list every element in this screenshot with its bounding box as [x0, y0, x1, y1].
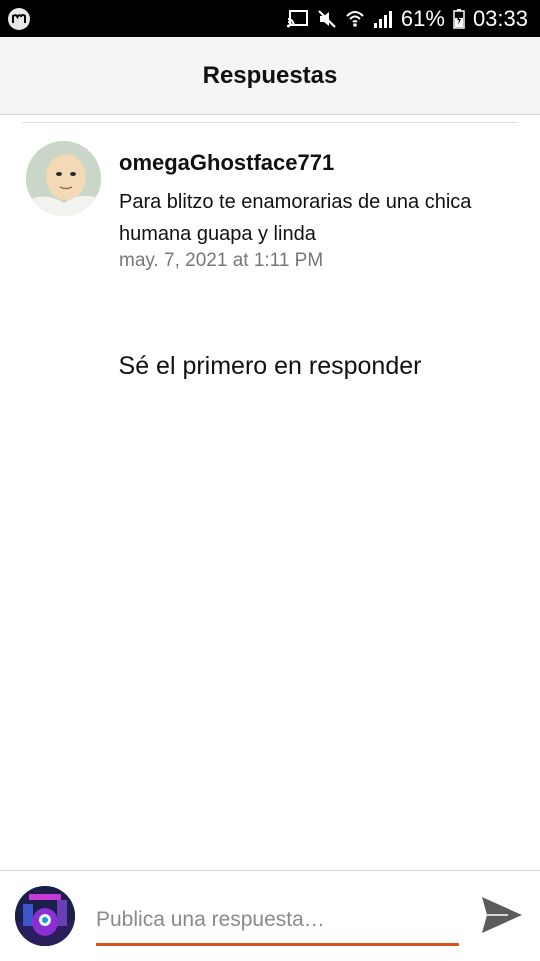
send-button[interactable]	[478, 893, 526, 937]
wifi-icon	[345, 9, 365, 29]
status-bar: 61% 03:33	[0, 0, 540, 37]
user-avatar[interactable]	[15, 886, 75, 946]
comment-author[interactable]: omegaGhostface771	[119, 150, 334, 176]
page-title: Respuestas	[202, 61, 338, 89]
mute-icon	[317, 9, 337, 29]
clock: 03:33	[472, 5, 528, 31]
comment-timestamp: may. 7, 2021 at 1:11 PM	[119, 250, 324, 271]
empty-replies-message: Sé el primero en responder	[118, 352, 422, 380]
reply-input[interactable]	[96, 897, 459, 946]
commenter-avatar[interactable]	[26, 141, 101, 216]
reply-bar	[0, 870, 540, 961]
send-icon	[482, 897, 522, 933]
signal-icon	[373, 10, 393, 28]
battery-icon	[453, 8, 465, 29]
battery-percentage: 61%	[400, 5, 445, 31]
comment-text: Para blitzo te enamorarias de una chica …	[119, 191, 472, 245]
cast-icon	[286, 9, 309, 28]
app-notification-icon	[8, 8, 30, 30]
divider	[22, 122, 518, 123]
header: Respuestas	[0, 37, 540, 115]
